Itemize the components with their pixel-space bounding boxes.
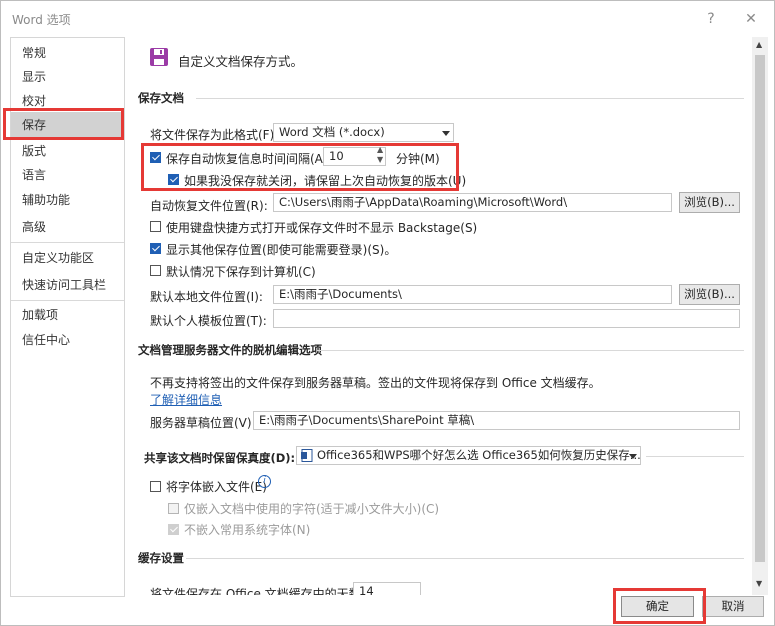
sidebar-item-quick-access[interactable]: 快速访问工具栏 [11,272,124,298]
checkbox-unchecked-icon [150,265,161,276]
document-icon [301,449,313,462]
ok-button[interactable]: 确定 [621,596,694,617]
drafts-path-value: E:\雨雨子\Documents\SharePoint 草稿\ [259,413,475,427]
show-more-label: 显示其他保存位置(即使可能需要登录)(S)。 [166,243,397,257]
help-button[interactable]: ? [701,9,721,29]
autorecover-path-value: C:\Users\雨雨子\AppData\Roaming\Microsoft\W… [279,195,568,209]
autorecover-path-label: 自动恢复文件位置(R): [150,199,268,213]
cache-days-label: 将文件保存在 Office 文档缓存中的天数: [150,587,365,595]
format-label: 将文件保存为此格式(F): [150,128,279,142]
keep-last-label: 如果我没保存就关闭，请保留上次自动恢复的版本(U) [184,174,467,188]
format-select[interactable]: Word 文档 (*.docx) [273,123,454,142]
spin-up-icon[interactable]: ▲ [377,145,383,154]
checkbox-unchecked-icon [150,221,161,232]
spin-down-icon[interactable]: ▼ [377,155,383,164]
fidelity-label: 共享该文档时保留保真度(D): [144,451,296,465]
checkbox-unchecked-icon [150,481,161,492]
autorecover-checkbox[interactable] [150,150,161,164]
embed-used-label: 仅嵌入文档中使用的字符(适于减小文件大小)(C) [184,502,440,516]
dialog-title: Word 选项 [12,13,71,27]
offline-note: 不再支持将签出的文件保存到服务器草稿。签出的文件现将保存到 Office 文档缓… [150,376,601,390]
section-heading-cache: 缓存设置 [138,551,184,565]
local-path-value: E:\雨雨子\Documents\ [279,287,402,301]
keep-last-checkbox[interactable] [168,172,179,186]
sidebar-item-proofing[interactable]: 校对 [11,88,124,114]
section-rule [317,350,744,351]
section-rule [646,456,744,457]
sidebar-item-layout[interactable]: 版式 [11,138,124,164]
checkbox-checked-icon [150,152,161,163]
sidebar-item-display[interactable]: 显示 [11,64,124,90]
section-rule [196,98,744,99]
show-more-checkbox[interactable] [150,241,161,255]
drafts-path-label: 服务器草稿位置(V): [150,416,256,430]
sidebar-item-save[interactable]: 保存 [11,112,124,138]
autorecover-label: 保存自动恢复信息时间间隔(A) [166,152,328,166]
sidebar-item-accessibility[interactable]: 辅助功能 [11,187,124,213]
sidebar-item-advanced[interactable]: 高级 [11,214,124,240]
save-icon [150,48,168,66]
format-select-value: Word 文档 (*.docx) [279,125,385,139]
section-rule [186,558,744,559]
sidebar-divider [11,300,124,301]
info-icon[interactable]: i [258,475,271,488]
checkbox-checked-icon [150,243,161,254]
save-to-computer-label: 默认情况下保存到计算机(C) [166,265,316,279]
no-common-fonts-checkbox [168,522,179,536]
chevron-down-icon [629,454,637,459]
template-path-label: 默认个人模板位置(T): [150,314,267,328]
cache-days-input[interactable]: 14 [353,582,421,595]
embed-used-checkbox [168,501,179,515]
minutes-label: 分钟(M) [396,152,440,166]
scrollbar-thumb[interactable] [755,55,765,562]
browse-local-button[interactable]: 浏览(B)... [679,284,740,305]
scroll-up-icon[interactable]: ▲ [756,40,762,49]
cancel-button[interactable]: 取消 [702,596,764,617]
sidebar-divider [11,242,124,243]
embed-fonts-label: 将字体嵌入文件(E) [166,480,267,494]
sidebar-item-customize-ribbon[interactable]: 自定义功能区 [11,245,124,271]
section-heading-save-docs: 保存文档 [138,91,184,105]
backstage-checkbox[interactable] [150,219,161,233]
word-options-dialog: Word 选项 ? ✕ 常规 显示 校对 保存 版式 语言 辅助功能 高级 自定… [0,0,775,626]
checkbox-disabled-icon [168,503,179,514]
drafts-path-input[interactable]: E:\雨雨子\Documents\SharePoint 草稿\ [253,411,740,430]
browse-autorecover-button[interactable]: 浏览(B)... [679,192,740,213]
autorecover-path-input[interactable]: C:\Users\雨雨子\AppData\Roaming\Microsoft\W… [273,193,672,212]
save-to-computer-checkbox[interactable] [150,263,161,277]
sidebar-item-trust-center[interactable]: 信任中心 [11,327,124,353]
scroll-down-icon[interactable]: ▼ [756,579,762,588]
vertical-scrollbar[interactable]: ▲ ▼ [752,37,768,595]
fidelity-doc-select[interactable]: Office365和WPS哪个好怎么选 Office365如何恢复历史保存... [296,446,641,465]
template-path-input[interactable] [273,309,740,328]
cache-days-value: 14 [359,584,374,595]
sidebar-item-language[interactable]: 语言 [11,162,124,188]
chevron-down-icon [442,131,450,136]
fidelity-doc-value: Office365和WPS哪个好怎么选 Office365如何恢复历史保存... [317,448,641,462]
sidebar-item-addins[interactable]: 加载项 [11,302,124,328]
close-button[interactable]: ✕ [741,9,761,29]
options-sidebar: 常规 显示 校对 保存 版式 语言 辅助功能 高级 自定义功能区 快速访问工具栏… [10,37,125,597]
panel-header-text: 自定义文档保存方式。 [178,54,304,69]
checkbox-disabled-checked-icon [168,524,179,535]
autorecover-minutes-value: 10 [329,149,344,163]
learn-more-link[interactable]: 了解详细信息 [150,391,222,408]
save-settings-panel: 自定义文档保存方式。 保存文档 将文件保存为此格式(F): Word 文档 (*… [124,37,752,595]
sidebar-item-general[interactable]: 常规 [11,40,124,66]
embed-fonts-checkbox[interactable] [150,479,161,493]
backstage-label: 使用键盘快捷方式打开或保存文件时不显示 Backstage(S) [166,221,478,235]
section-heading-offline: 文档管理服务器文件的脱机编辑选项 [138,343,322,357]
local-path-label: 默认本地文件位置(I): [150,290,263,304]
checkbox-checked-icon [168,174,179,185]
no-common-fonts-label: 不嵌入常用系统字体(N) [184,523,311,537]
title-bar: Word 选项 ? ✕ [1,1,774,37]
local-path-input[interactable]: E:\雨雨子\Documents\ [273,285,672,304]
